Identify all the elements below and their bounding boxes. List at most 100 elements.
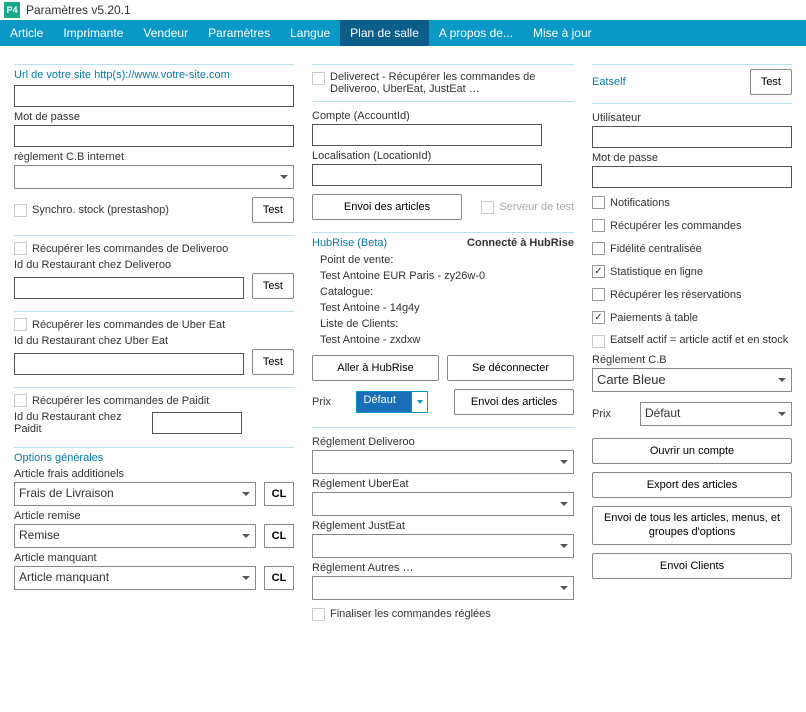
- reg-autres-label: Réglement Autres …: [312, 562, 574, 574]
- menu-item-plan-de-salle[interactable]: Plan de salle: [340, 20, 429, 46]
- prix-label-hubrise: Prix: [312, 396, 331, 408]
- cb-reg-combo[interactable]: [14, 165, 294, 189]
- user-label: Utilisateur: [592, 112, 792, 124]
- location-input[interactable]: [312, 164, 542, 186]
- menubar: ArticleImprimanteVendeurParamètresLangue…: [0, 20, 806, 46]
- article-frais-combo[interactable]: Frais de Livraison: [14, 482, 256, 506]
- user-input[interactable]: [592, 126, 792, 148]
- article-remise-label: Article remise: [14, 510, 294, 522]
- stat-checkbox[interactable]: [592, 265, 605, 278]
- actif-label: Eatself actif = article actif et en stoc…: [610, 334, 788, 346]
- reg-autres-combo[interactable]: [312, 576, 574, 600]
- reg-deliveroo-combo[interactable]: [312, 450, 574, 474]
- actif-checkbox[interactable]: [592, 335, 605, 348]
- paidit-recup-checkbox[interactable]: [14, 394, 27, 407]
- fidelite-checkbox[interactable]: [592, 242, 605, 255]
- account-input[interactable]: [312, 124, 542, 146]
- recup-cmd-label: Récupérer les commandes: [610, 220, 741, 232]
- hubrise-label: HubRise (Beta): [312, 237, 387, 249]
- prix-combo-hubrise[interactable]: Défaut: [356, 391, 428, 413]
- finaliser-label: Finaliser les commandes réglées: [330, 608, 491, 620]
- url-input[interactable]: [14, 85, 294, 107]
- account-label: Compte (AccountId): [312, 110, 574, 122]
- pwd-input-eatself[interactable]: [592, 166, 792, 188]
- cl-button-remise[interactable]: CL: [264, 524, 294, 548]
- test-button-site[interactable]: Test: [252, 197, 294, 223]
- ouvrir-compte-button[interactable]: Ouvrir un compte: [592, 438, 792, 464]
- envoi-all-button[interactable]: Envoi de tous les articles, menus, et gr…: [592, 506, 792, 545]
- location-label: Localisation (LocationId): [312, 150, 574, 162]
- deliveroo-recup-label: Récupérer les commandes de Deliveroo: [32, 243, 228, 255]
- reg-deliveroo-label: Réglement Deliveroo: [312, 436, 574, 448]
- export-articles-button[interactable]: Export des articles: [592, 472, 792, 498]
- pos-label: Point de vente:: [320, 253, 574, 269]
- menu-item-vendeur[interactable]: Vendeur: [133, 20, 198, 46]
- paiements-checkbox[interactable]: [592, 311, 605, 324]
- pwd-label-eatself: Mot de passe: [592, 152, 792, 164]
- recup-cmd-checkbox[interactable]: [592, 219, 605, 232]
- deliverect-checkbox[interactable]: [312, 72, 325, 85]
- pos-value: Test Antoine EUR Paris - zy26w-0: [320, 269, 574, 285]
- reg-cb-combo[interactable]: Carte Bleue: [592, 368, 792, 392]
- ubereat-id-label: Id du Restaurant chez Uber Eat: [14, 335, 294, 347]
- reg-ubereat-label: Réglement UberEat: [312, 478, 574, 490]
- reg-justeat-label: Réglement JustEat: [312, 520, 574, 532]
- eatself-label: Eatself: [592, 76, 626, 88]
- deliveroo-id-input[interactable]: [14, 277, 244, 299]
- article-remise-combo[interactable]: Remise: [14, 524, 256, 548]
- fidelite-label: Fidélité centralisée: [610, 243, 702, 255]
- clients-value: Test Antoine - zxdxw: [320, 333, 574, 349]
- test-button-deliveroo[interactable]: Test: [252, 273, 294, 299]
- sync-stock-checkbox[interactable]: [14, 204, 27, 217]
- server-test-label: Serveur de test: [499, 201, 574, 213]
- finaliser-checkbox[interactable]: [312, 608, 325, 621]
- pwd-label: Mot de passe: [14, 111, 294, 123]
- server-test-checkbox[interactable]: [481, 201, 494, 214]
- cl-button-manquant[interactable]: CL: [264, 566, 294, 590]
- paidit-id-input[interactable]: [152, 412, 242, 434]
- cb-reg-label: règlement C.B internet: [14, 151, 294, 163]
- catalog-value: Test Antoine - 14g4y: [320, 301, 574, 317]
- menu-item-a-propos-de-[interactable]: A propos de...: [429, 20, 523, 46]
- test-button-eatself[interactable]: Test: [750, 69, 792, 95]
- prix-combo-eatself[interactable]: Défaut: [640, 402, 792, 426]
- go-hubrise-button[interactable]: Aller à HubRise: [312, 355, 439, 381]
- menu-item-article[interactable]: Article: [0, 20, 53, 46]
- ubereat-recup-checkbox[interactable]: [14, 318, 27, 331]
- app-icon: P4: [4, 2, 20, 18]
- reg-cb-label: Réglement C.B: [592, 354, 792, 366]
- paiements-label: Paiements à table: [610, 312, 698, 324]
- prix-label-eatself: Prix: [592, 408, 630, 420]
- stat-label: Statistique en ligne: [610, 266, 703, 278]
- notifications-checkbox[interactable]: [592, 196, 605, 209]
- cl-button-frais[interactable]: CL: [264, 482, 294, 506]
- disconnect-button[interactable]: Se déconnecter: [447, 355, 574, 381]
- paidit-id-label: Id du Restaurant chez Paidit: [14, 411, 144, 435]
- hubrise-status: Connecté à HubRise: [467, 237, 574, 249]
- test-button-ubereat[interactable]: Test: [252, 349, 294, 375]
- menu-item-imprimante[interactable]: Imprimante: [53, 20, 133, 46]
- notifications-label: Notifications: [610, 197, 670, 209]
- paidit-recup-label: Récupérer les commandes de Paidit: [32, 395, 209, 407]
- pwd-input[interactable]: [14, 125, 294, 147]
- ubereat-recup-label: Récupérer les commandes de Uber Eat: [32, 319, 225, 331]
- menu-item-langue[interactable]: Langue: [280, 20, 340, 46]
- reg-justeat-combo[interactable]: [312, 534, 574, 558]
- envoi-articles-button-deliverect[interactable]: Envoi des articles: [312, 194, 462, 220]
- options-header: Options générales: [14, 452, 294, 464]
- menu-item-param-tres[interactable]: Paramètres: [198, 20, 280, 46]
- menu-item-mise-jour[interactable]: Mise à jour: [523, 20, 602, 46]
- clients-label: Liste de Clients:: [320, 317, 574, 333]
- deliveroo-id-label: Id du Restaurant chez Deliveroo: [14, 259, 294, 271]
- reg-ubereat-combo[interactable]: [312, 492, 574, 516]
- envoi-articles-button-hubrise[interactable]: Envoi des articles: [454, 389, 574, 415]
- url-label: Url de votre site http(s)://www.votre-si…: [14, 69, 294, 81]
- article-manquant-label: Article manquant: [14, 552, 294, 564]
- ubereat-id-input[interactable]: [14, 353, 244, 375]
- envoi-clients-button[interactable]: Envoi Clients: [592, 553, 792, 579]
- reserv-checkbox[interactable]: [592, 288, 605, 301]
- article-manquant-combo[interactable]: Article manquant: [14, 566, 256, 590]
- window-title: Paramètres v5.20.1: [26, 3, 131, 17]
- article-frais-label: Article frais additionels: [14, 468, 294, 480]
- deliveroo-recup-checkbox[interactable]: [14, 242, 27, 255]
